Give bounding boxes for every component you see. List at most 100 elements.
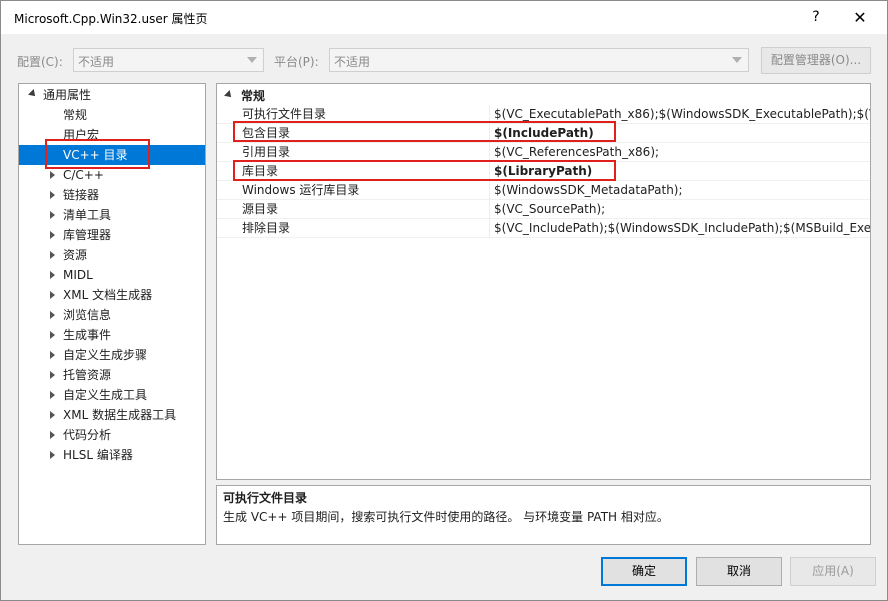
tree-item[interactable]: 代码分析: [19, 425, 205, 445]
tree-item[interactable]: HLSL 编译器: [19, 445, 205, 465]
tree-root[interactable]: 通用属性: [19, 85, 205, 105]
tree-item[interactable]: 生成事件: [19, 325, 205, 345]
configuration-manager-button[interactable]: 配置管理器(O)...: [761, 47, 871, 74]
tree-item-label: 清单工具: [63, 208, 112, 222]
collapsed-triangle-icon[interactable]: [50, 231, 55, 239]
tree-item[interactable]: 常规: [19, 105, 205, 125]
chevron-down-icon: [732, 57, 742, 63]
column-separator: [489, 143, 490, 162]
tree-item[interactable]: XML 文档生成器: [19, 285, 205, 305]
platform-value: 不适用: [334, 55, 371, 69]
property-row[interactable]: Windows 运行库目录 $(WindowsSDK_MetadataPath);: [217, 181, 870, 200]
collapsed-triangle-icon[interactable]: [50, 191, 55, 199]
property-grid[interactable]: 常规 可执行文件目录 $(VC_ExecutablePath_x86);$(Win…: [216, 83, 871, 480]
tree-item[interactable]: 用户宏: [19, 125, 205, 145]
tree-item[interactable]: VC++ 目录: [19, 145, 205, 165]
tree-item[interactable]: 链接器: [19, 185, 205, 205]
title-bar: Microsoft.Cpp.Win32.user 属性页 ? ✕: [1, 1, 887, 34]
tree-item[interactable]: C/C++: [19, 165, 205, 185]
property-value[interactable]: $(IncludePath): [494, 124, 594, 143]
column-separator: [489, 105, 490, 124]
property-row[interactable]: 可执行文件目录 $(VC_ExecutablePath_x86);$(Window…: [217, 105, 870, 124]
platform-label: 平台(P):: [274, 55, 319, 69]
tree-item-label: 生成事件: [63, 328, 112, 342]
platform-select[interactable]: 不适用: [329, 48, 749, 72]
collapsed-triangle-icon[interactable]: [50, 291, 55, 299]
tree-item-label: XML 数据生成器工具: [63, 408, 177, 422]
collapsed-triangle-icon[interactable]: [50, 431, 55, 439]
property-tree[interactable]: 通用属性 常规用户宏 VC++ 目录 C/C++ 链接器清单工具库管理器资源 MIDL X…: [18, 83, 206, 545]
tree-item-label: 资源: [63, 248, 88, 262]
property-value[interactable]: $(VC_SourcePath);: [494, 200, 605, 219]
property-name: 源目录: [242, 202, 279, 216]
tree-item[interactable]: XML 数据生成器工具: [19, 405, 205, 425]
column-separator: [489, 162, 490, 181]
tree-item-label: HLSL 编译器: [63, 448, 133, 462]
collapsed-triangle-icon[interactable]: [50, 171, 55, 179]
tree-item-label: C/C++: [63, 168, 104, 182]
tree-item[interactable]: MIDL: [19, 265, 205, 285]
help-icon[interactable]: ?: [798, 1, 834, 34]
tree-item-label: 常规: [63, 108, 88, 122]
expanded-triangle-icon[interactable]: [224, 90, 234, 100]
tree-root-label: 通用属性: [43, 88, 92, 102]
collapsed-triangle-icon[interactable]: [50, 411, 55, 419]
tree-item[interactable]: 自定义生成工具: [19, 385, 205, 405]
tree-item[interactable]: 资源: [19, 245, 205, 265]
tree-item[interactable]: 自定义生成步骤: [19, 345, 205, 365]
configuration-label: 配置(C):: [17, 55, 63, 69]
cancel-button[interactable]: 取消: [696, 557, 782, 586]
tree-item-label: 用户宏: [63, 128, 100, 142]
chevron-down-icon: [247, 57, 257, 63]
property-row[interactable]: 排除目录 $(VC_IncludePath);$(WindowsSDK_Inclu…: [217, 219, 870, 238]
tree-item-label: XML 文档生成器: [63, 288, 153, 302]
property-row[interactable]: 源目录 $(VC_SourcePath);: [217, 200, 870, 219]
collapsed-triangle-icon[interactable]: [50, 251, 55, 259]
window-title: Microsoft.Cpp.Win32.user 属性页: [14, 12, 208, 26]
apply-button[interactable]: 应用(A): [790, 557, 876, 586]
property-value[interactable]: $(WindowsSDK_MetadataPath);: [494, 181, 683, 200]
collapsed-triangle-icon[interactable]: [50, 311, 55, 319]
property-value[interactable]: $(VC_IncludePath);$(WindowsSDK_IncludePa…: [494, 219, 870, 238]
property-name: 可执行文件目录: [242, 107, 327, 121]
property-value[interactable]: $(VC_ReferencesPath_x86);: [494, 143, 659, 162]
tree-item[interactable]: 托管资源: [19, 365, 205, 385]
collapsed-triangle-icon[interactable]: [50, 331, 55, 339]
ok-button[interactable]: 确定: [601, 557, 687, 586]
tree-item[interactable]: 清单工具: [19, 205, 205, 225]
property-value[interactable]: $(VC_ExecutablePath_x86);$(WindowsSDK_Ex…: [494, 105, 870, 124]
description-title: 可执行文件目录: [223, 491, 308, 505]
collapsed-triangle-icon[interactable]: [50, 351, 55, 359]
tree-item-label: 库管理器: [63, 228, 112, 242]
tree-item[interactable]: 浏览信息: [19, 305, 205, 325]
column-separator: [489, 124, 490, 143]
property-pages-dialog: Microsoft.Cpp.Win32.user 属性页 ? ✕ 配置(C): …: [0, 0, 888, 601]
description-text: 生成 VC++ 项目期间，搜索可执行文件时使用的路径。 与环境变量 PATH 相…: [223, 510, 669, 524]
tree-item-label: 代码分析: [63, 428, 112, 442]
collapsed-triangle-icon[interactable]: [50, 211, 55, 219]
property-row[interactable]: 包含目录 $(IncludePath): [217, 124, 870, 143]
property-name: 排除目录: [242, 221, 291, 235]
column-separator: [489, 200, 490, 219]
tree-item-label: MIDL: [63, 268, 93, 282]
collapsed-triangle-icon[interactable]: [50, 371, 55, 379]
close-icon[interactable]: ✕: [842, 1, 878, 34]
tree-item-label: 自定义生成工具: [63, 388, 148, 402]
category-row[interactable]: 常规: [217, 86, 870, 106]
collapsed-triangle-icon[interactable]: [50, 391, 55, 399]
tree-item-label: 托管资源: [63, 368, 112, 382]
collapsed-triangle-icon[interactable]: [50, 451, 55, 459]
property-row[interactable]: 引用目录 $(VC_ReferencesPath_x86);: [217, 143, 870, 162]
collapsed-triangle-icon[interactable]: [50, 271, 55, 279]
property-value[interactable]: $(LibraryPath): [494, 162, 592, 181]
property-name: Windows 运行库目录: [242, 183, 360, 197]
tree-item-label: 浏览信息: [63, 308, 112, 322]
property-name: 包含目录: [242, 126, 291, 140]
tree-item[interactable]: 库管理器: [19, 225, 205, 245]
property-row[interactable]: 库目录 $(LibraryPath): [217, 162, 870, 181]
expanded-triangle-icon[interactable]: [28, 89, 38, 99]
tree-item-label: 链接器: [63, 188, 100, 202]
configuration-select[interactable]: 不适用: [73, 48, 264, 72]
tree-item-label: VC++ 目录: [63, 148, 128, 162]
category-label: 常规: [241, 89, 266, 103]
